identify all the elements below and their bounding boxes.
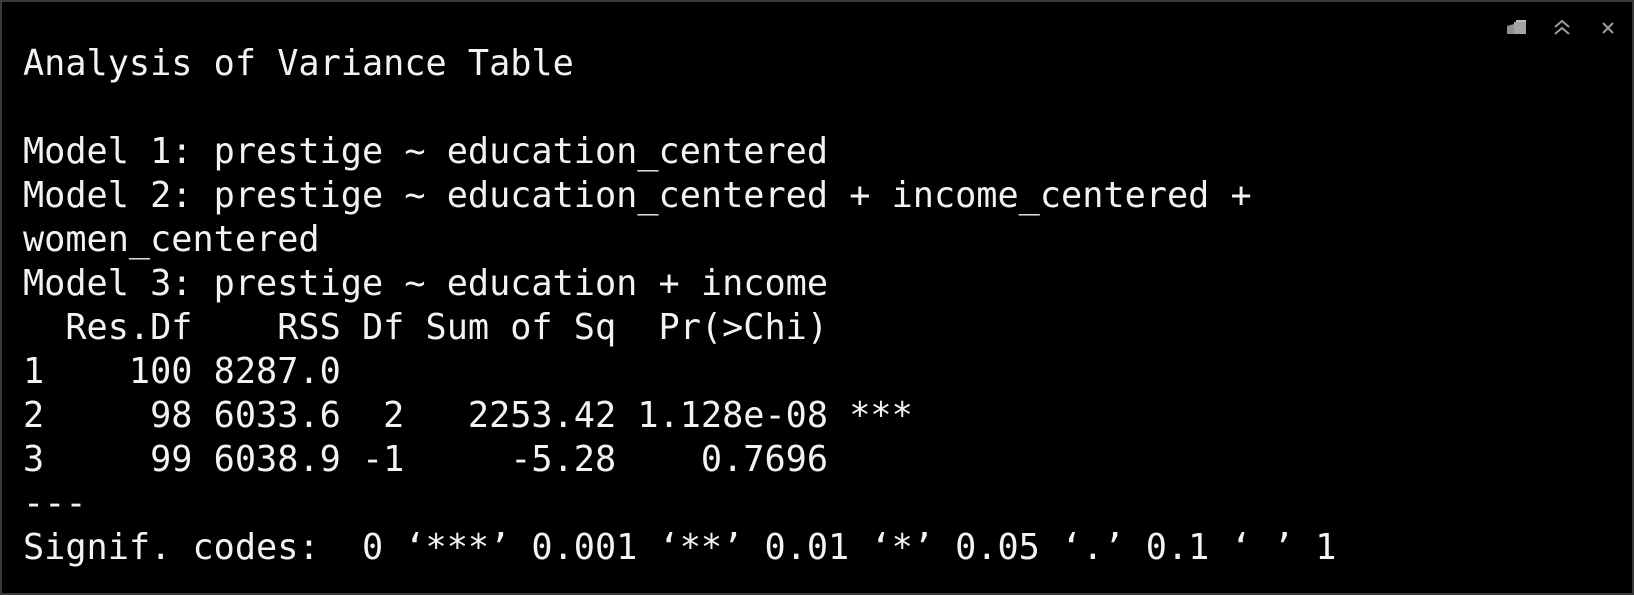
table-header: Res.Df RSS Df Sum of Sq Pr(>Chi) (23, 307, 829, 348)
model-3-formula: Model 3: prestige ~ education + income (23, 263, 829, 304)
pane-controls (1502, 14, 1622, 42)
table-row-3: 3 99 6038.9 -1 -5.28 0.7696 (23, 439, 829, 480)
signif-codes: Signif. codes: 0 ‘***’ 0.001 ‘**’ 0.01 ‘… (23, 527, 1337, 568)
console-pane: Analysis of Variance Table Model 1: prest… (0, 0, 1634, 595)
separator-line: --- (23, 483, 87, 524)
table-row-1: 1 100 8287.0 (23, 351, 341, 392)
model-2-formula: Model 2: prestige ~ education_centered +… (23, 175, 1252, 216)
table-row-2: 2 98 6033.6 2 2253.42 1.128e-08 *** (23, 395, 913, 436)
anova-title: Analysis of Variance Table (23, 43, 574, 84)
close-icon[interactable] (1594, 14, 1622, 42)
model-1-formula: Model 1: prestige ~ education_centered (23, 131, 829, 172)
console-output: Analysis of Variance Table Model 1: prest… (23, 42, 1336, 570)
model-2-formula-continued: women_centered (23, 219, 320, 260)
double-chevron-up-icon[interactable] (1548, 14, 1576, 42)
clear-console-icon[interactable] (1502, 14, 1530, 42)
